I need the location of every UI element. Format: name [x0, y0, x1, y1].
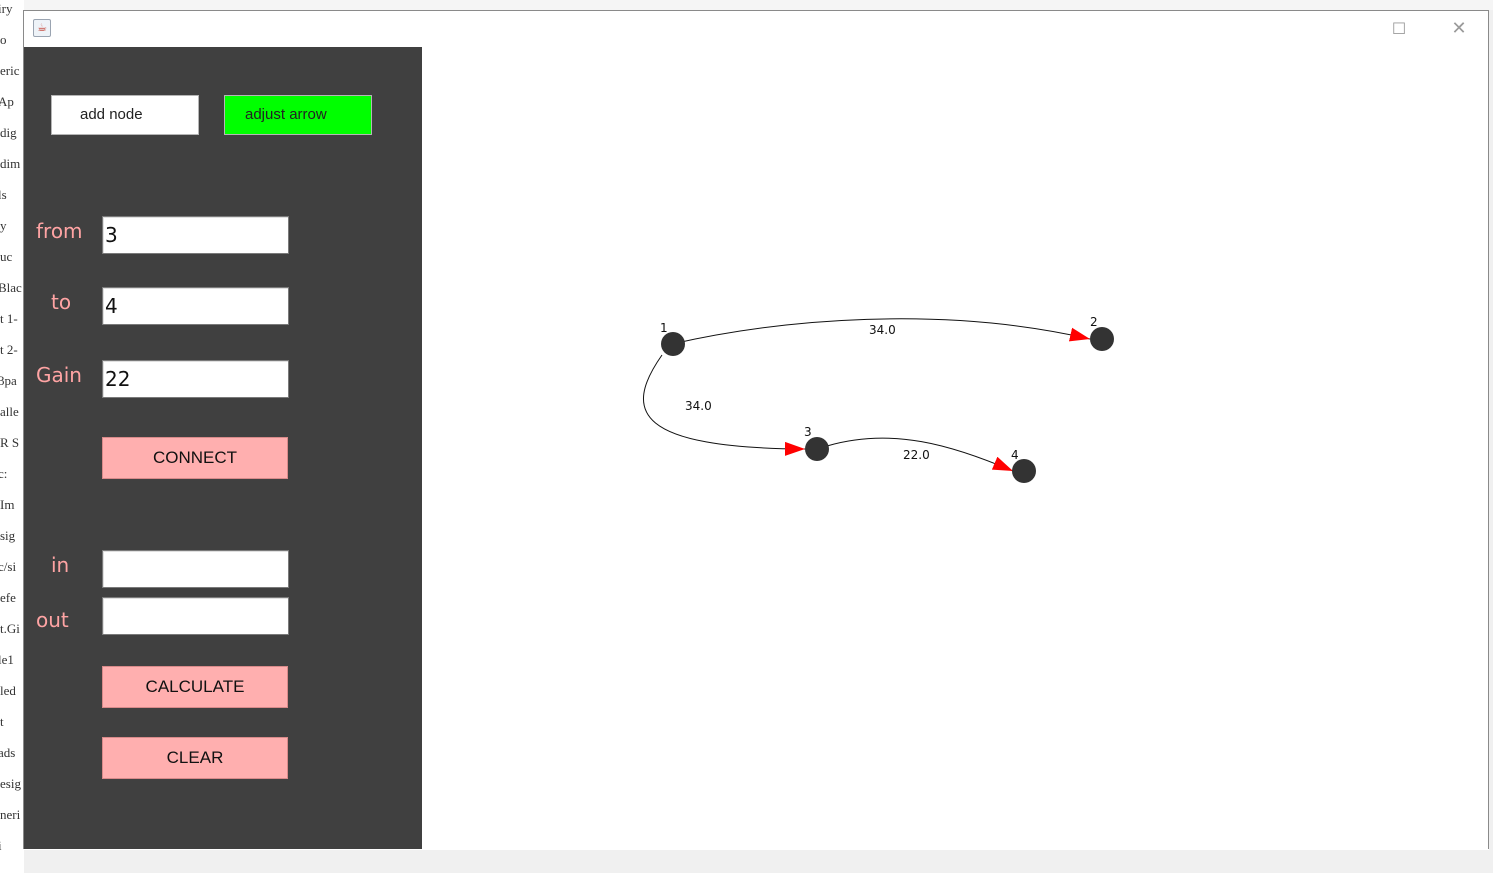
in-field[interactable] [102, 550, 289, 588]
background-text-fragment: dim [0, 156, 21, 171]
background-text-fragment: t 1- [0, 311, 18, 326]
gain-field[interactable]: 22 [102, 360, 289, 398]
node-2[interactable] [1090, 327, 1114, 351]
app-window: ☕ ☐ ✕ add node adjust arrow from 3 to 4 … [23, 10, 1489, 849]
signal-flow-graph: 34.0 34.0 22.0 1 2 3 4 [642, 315, 1114, 483]
gain-label: Gain [36, 363, 82, 387]
background-text-fragment: c: [0, 466, 8, 481]
add-node-button[interactable]: add node [51, 95, 199, 135]
background-text-fragment: le1 [0, 652, 14, 667]
graph-canvas[interactable]: 34.0 34.0 22.0 1 2 3 4 [422, 47, 1488, 849]
background-window-strip [24, 0, 1493, 10]
background-text-fragment: sig [0, 528, 16, 543]
background-text-fragment: c/si [0, 559, 17, 574]
title-bar: ☕ ☐ ✕ [24, 11, 1488, 47]
background-text-fragment: ads [0, 745, 16, 760]
background-text-fragment: 3pa [0, 373, 17, 388]
node-label-2: 2 [1090, 315, 1098, 329]
from-label: from [36, 219, 83, 243]
edge-label-3-4: 22.0 [903, 448, 930, 462]
background-text-fragment: y [0, 218, 7, 233]
from-field[interactable]: 3 [102, 216, 289, 254]
edge-1-3[interactable] [642, 354, 806, 456]
node-4[interactable] [1012, 459, 1036, 483]
node-label-4: 4 [1011, 448, 1019, 462]
node-label-1: 1 [660, 321, 668, 335]
background-text-fragment: eric [0, 63, 20, 78]
background-text-fragment: Blac [0, 280, 22, 295]
background-text-fragment: esig [0, 776, 21, 791]
calculate-button[interactable]: CALCULATE [102, 666, 288, 708]
background-window-edge [1489, 10, 1493, 850]
background-text-fragment: R S [0, 435, 20, 450]
edge-label-1-3: 34.0 [685, 399, 712, 413]
background-text-fragment: led [0, 683, 16, 698]
background-text-fragment: i [0, 838, 2, 854]
background-text-fragment: uc [0, 249, 13, 264]
background-text-fragment: t 2- [0, 342, 18, 357]
background-text-fragment: neri [0, 807, 21, 822]
in-label: in [51, 553, 70, 577]
edge-label-1-2: 34.0 [869, 323, 896, 337]
node-3[interactable] [805, 437, 829, 461]
to-label: to [51, 290, 72, 314]
out-label: out [36, 608, 69, 632]
background-ide-panel: iry o eric Ap dig dim ls y uc Blac t 1- t 2- 3pa alle… [0, 0, 24, 873]
adjust-arrow-button[interactable]: adjust arrow [224, 95, 372, 135]
background-text-fragment: Im [0, 497, 15, 512]
java-app-icon: ☕ [33, 19, 51, 37]
close-button[interactable]: ✕ [1444, 17, 1474, 41]
background-text-fragment: Ap [0, 94, 14, 109]
background-window-strip-bottom [24, 850, 1493, 873]
clear-button[interactable]: CLEAR [102, 737, 288, 779]
background-text-fragment: t [0, 714, 4, 729]
background-text-fragment: efe [0, 590, 16, 605]
out-field[interactable] [102, 597, 289, 635]
node-1[interactable] [661, 332, 685, 356]
control-panel: add node adjust arrow from 3 to 4 Gain 2… [24, 47, 422, 849]
background-text-fragment: iry [0, 1, 13, 16]
background-text-fragment: ls [0, 187, 7, 202]
background-text-fragment: t.Gi [0, 621, 20, 636]
maximize-button[interactable]: ☐ [1384, 17, 1414, 41]
node-label-3: 3 [804, 425, 812, 439]
background-text-fragment: alle [0, 404, 19, 419]
connect-button[interactable]: CONNECT [102, 437, 288, 479]
background-text-fragment: o [0, 32, 7, 47]
background-text-fragment: dig [0, 125, 17, 140]
to-field[interactable]: 4 [102, 287, 289, 325]
